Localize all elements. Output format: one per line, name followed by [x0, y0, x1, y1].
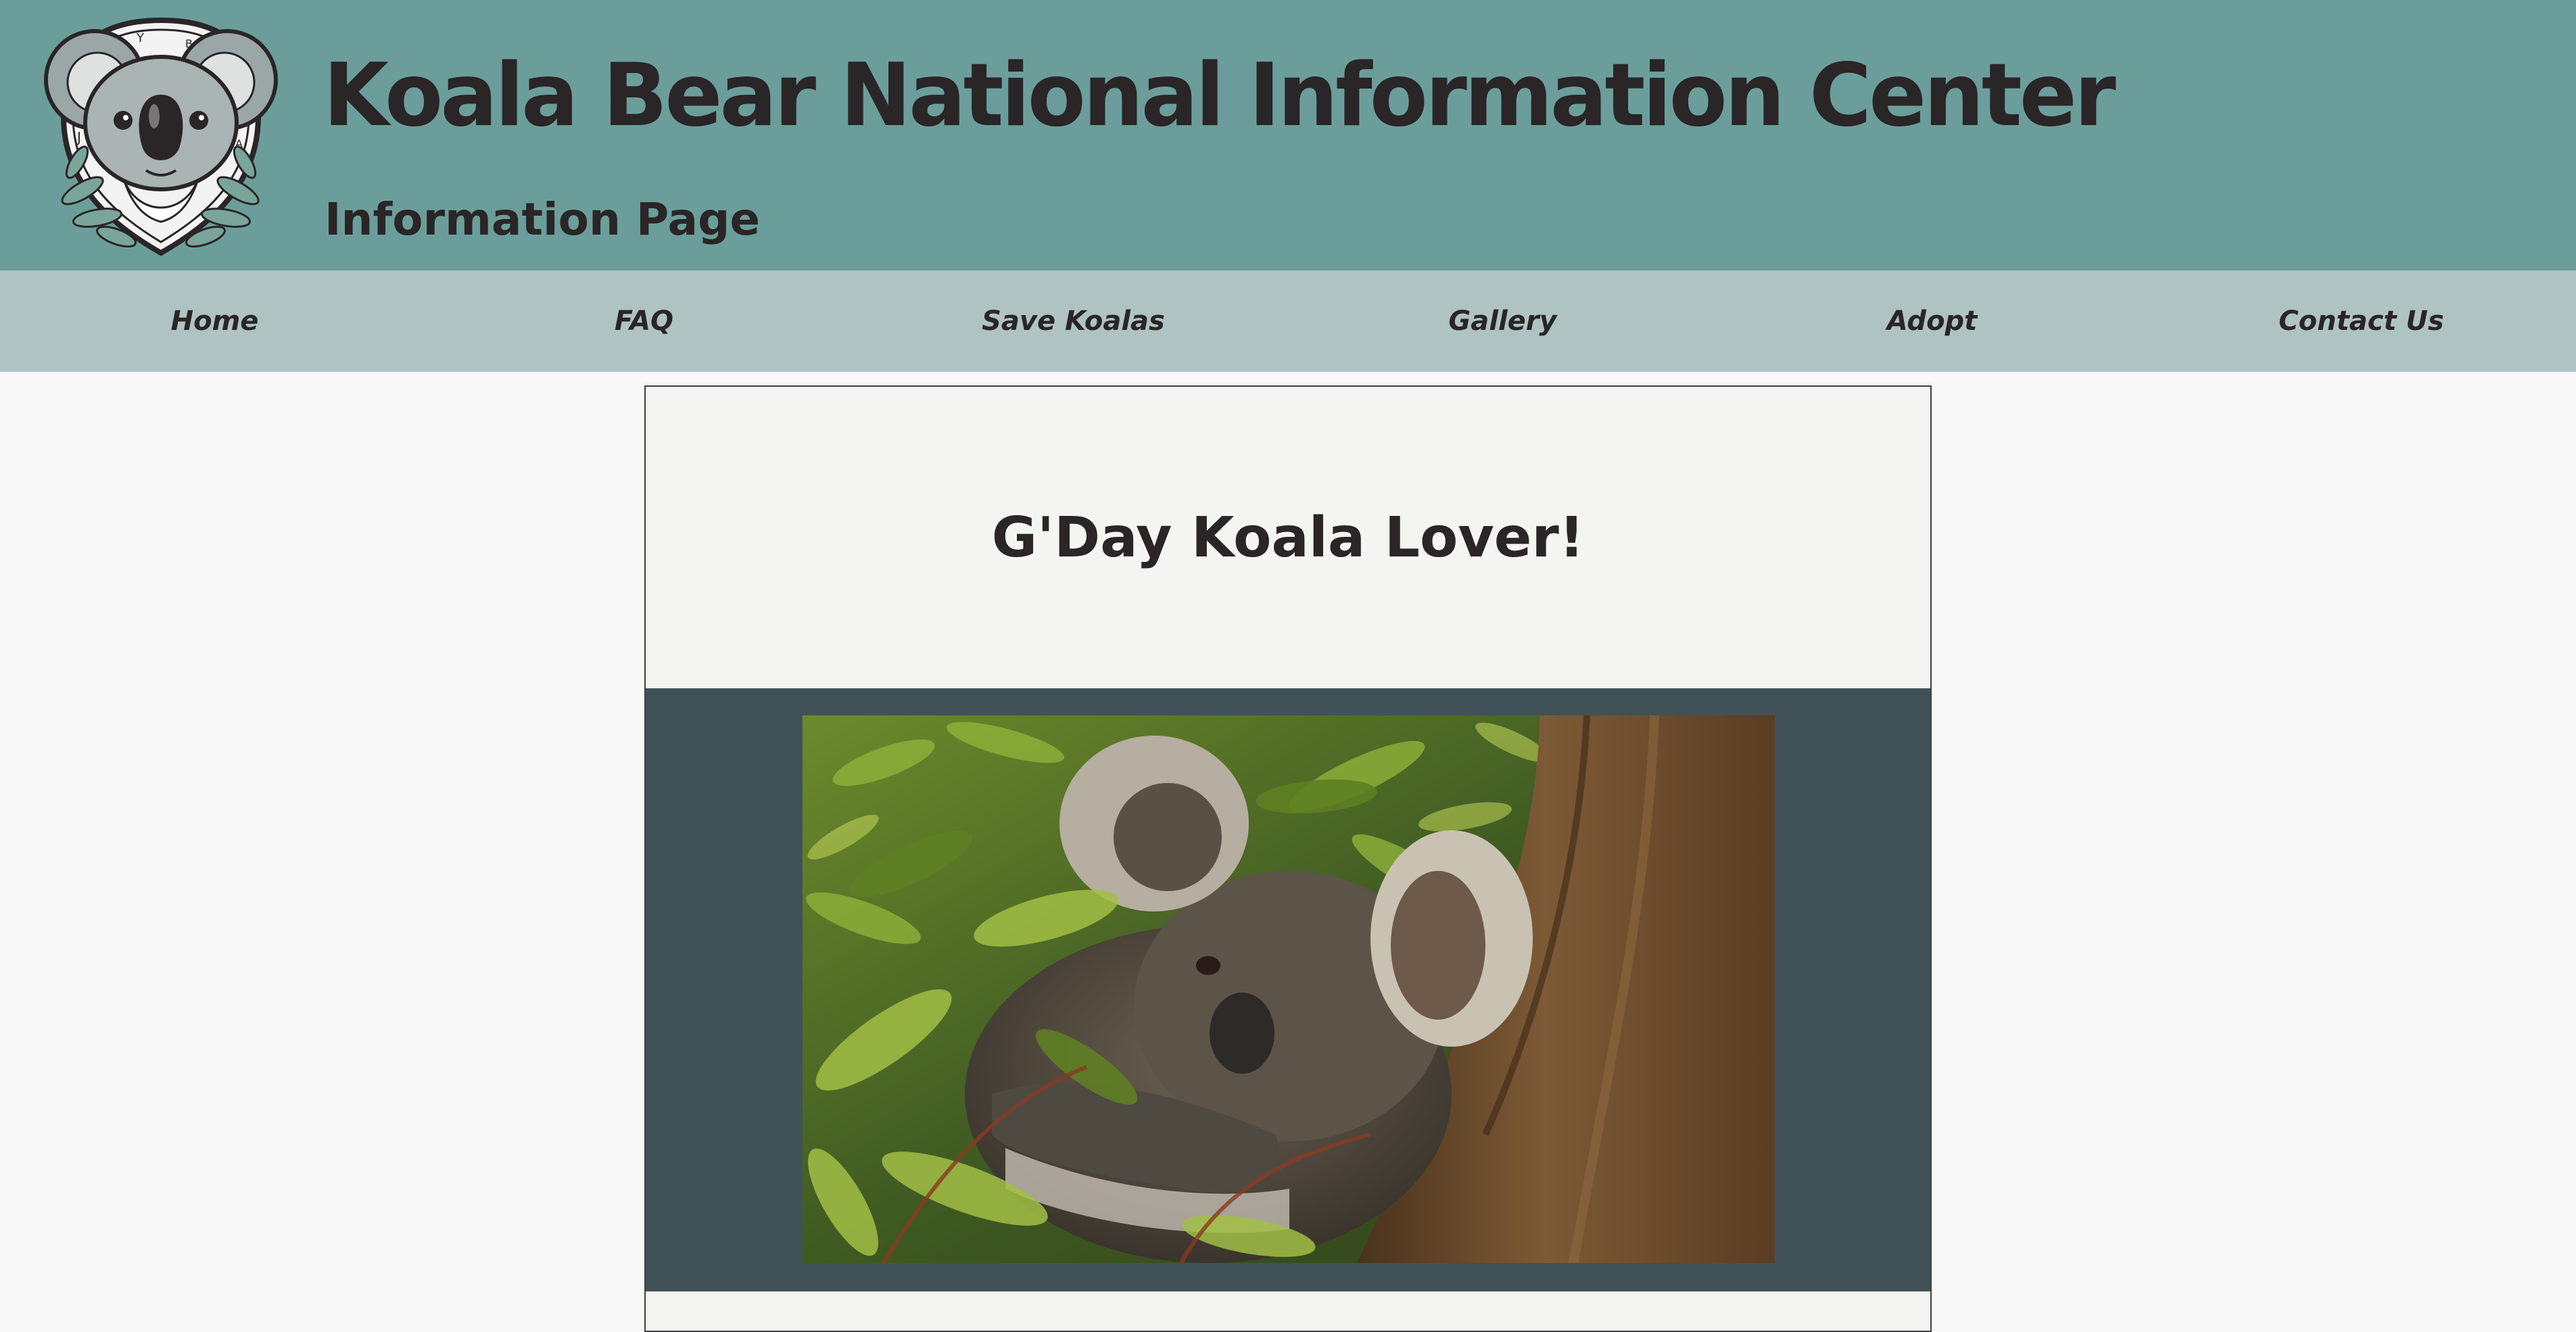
nav-home-link[interactable]: Home [0, 270, 429, 372]
greeting-heading: G'Day Koala Lover! [991, 505, 1585, 570]
site-title: Koala Bear National Information Center [323, 45, 2116, 146]
koala-photo [803, 715, 1775, 1263]
logo-letter: J [76, 129, 81, 145]
logo-letter: Y [136, 31, 145, 45]
nav-gallery-link[interactable]: Gallery [1288, 270, 1717, 372]
nav-faq-link[interactable]: FAQ [429, 270, 859, 372]
nav-contact-us-link[interactable]: Contact Us [2147, 270, 2576, 372]
site-header: Y B J O A [0, 0, 2576, 270]
nav-adopt-link[interactable]: Adopt [1717, 270, 2147, 372]
content-box: G'Day Koala Lover! [644, 385, 1932, 1332]
greeting-section: G'Day Koala Lover! [646, 387, 1930, 688]
nav-save-koalas-link[interactable]: Save Koalas [859, 270, 1288, 372]
image-section [646, 688, 1930, 1291]
koala-logo-icon[interactable]: Y B J O A [35, 15, 287, 260]
main-nav: Home FAQ Save Koalas Gallery Adopt Conta… [0, 270, 2576, 372]
page-subtitle: Information Page [325, 193, 761, 245]
